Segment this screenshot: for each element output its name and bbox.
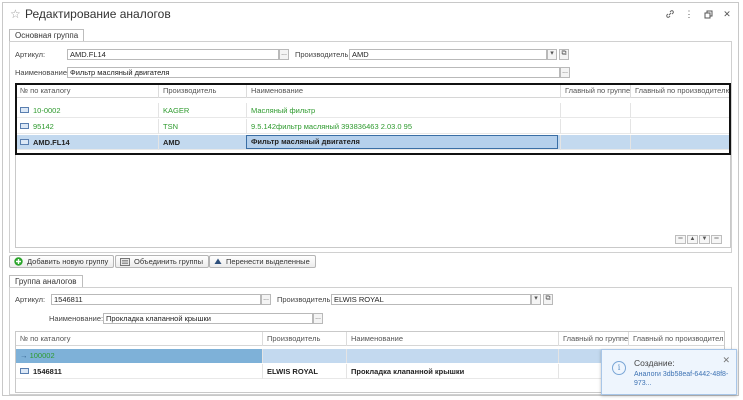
restore-icon[interactable]: [703, 9, 713, 19]
analog-manufacturer-open-icon[interactable]: ⧉: [543, 294, 553, 305]
analog-name-input[interactable]: Прокладка клапанной крышки: [103, 313, 313, 324]
title-bar: ☆ Редактирование аналогов ⋮ ✕: [3, 3, 738, 27]
main-manufacturer-open-icon[interactable]: ⧉: [559, 49, 569, 60]
title-actions: ⋮ ✕: [665, 9, 732, 19]
link-icon[interactable]: [665, 9, 675, 19]
merge-icon: [120, 257, 130, 266]
row-manufacturer: ELWIS ROYAL: [262, 364, 346, 379]
row-item-icon: [20, 368, 29, 375]
analog-article-label: Артикул:: [15, 295, 46, 304]
more-icon[interactable]: ⋮: [684, 9, 694, 19]
pager-last-icon[interactable]: ═: [711, 235, 722, 244]
notification-link[interactable]: Аналоги 3db58eaf-6442-48f8-973...: [634, 370, 732, 388]
plus-circle-icon: [14, 257, 23, 266]
add-group-label: Добавить новую группу: [27, 257, 109, 266]
move-selected-button[interactable]: Перенести выделенные: [209, 255, 316, 268]
main-manufacturer-label: Производитель:: [295, 50, 351, 59]
expand-arrow-icon[interactable]: →: [20, 351, 28, 360]
row-name: [346, 349, 558, 363]
highlight-frame: [15, 83, 731, 155]
row-catalog: 100002: [29, 351, 55, 360]
main-article-select-button[interactable]: ...: [279, 49, 289, 60]
notification-close-icon[interactable]: ✕: [722, 356, 730, 365]
pager-first-icon[interactable]: ═: [675, 235, 686, 244]
analog-manufacturer-label: Производитель:: [277, 295, 333, 304]
analog-name-label: Наименование:: [49, 314, 104, 323]
edit-analogs-window: ☆ Редактирование аналогов ⋮ ✕ Основная г…: [2, 2, 739, 396]
merge-groups-button[interactable]: Объединить группы: [115, 255, 209, 268]
col-name[interactable]: Наименование: [346, 332, 558, 346]
main-article-label: Артикул:: [15, 50, 46, 59]
info-icon: i: [612, 361, 626, 375]
merge-groups-label: Объединить группы: [134, 257, 203, 266]
analog-article-select-button[interactable]: ...: [261, 294, 271, 305]
window-title: Редактирование аналогов: [25, 7, 171, 21]
col-catalog-number[interactable]: № по каталогу: [16, 332, 262, 346]
analog-manufacturer-dropdown-button[interactable]: ▾: [531, 294, 541, 305]
analog-table-header: № по каталогу Производитель Наименование…: [16, 332, 724, 346]
col-main-in-group[interactable]: Главный по группе: [558, 332, 628, 346]
col-manufacturer[interactable]: Производитель: [262, 332, 346, 346]
row-name: Прокладка клапанной крышки: [346, 364, 558, 379]
main-table-pager: ═ ▲ ▼ ═: [675, 235, 722, 244]
pager-up-icon[interactable]: ▲: [687, 235, 698, 244]
notification-title: Создание:: [634, 358, 675, 368]
main-name-select-button[interactable]: ...: [560, 67, 570, 78]
creation-notification[interactable]: i Создание: Аналоги 3db58eaf-6442-48f8-9…: [601, 349, 737, 395]
main-manufacturer-input[interactable]: AMD: [349, 49, 547, 60]
analog-article-input[interactable]: 1546811: [51, 294, 261, 305]
move-selected-label: Перенести выделенные: [226, 257, 310, 266]
favorite-star-icon[interactable]: ☆: [10, 8, 21, 20]
main-article-input[interactable]: AMD.FL14: [67, 49, 279, 60]
analog-manufacturer-input[interactable]: ELWIS ROYAL: [331, 294, 531, 305]
col-main-by-manufacturer[interactable]: Главный по производителю: [628, 332, 724, 346]
analog-name-select-button[interactable]: ...: [313, 313, 323, 324]
row-manufacturer: [262, 349, 346, 363]
pager-down-icon[interactable]: ▼: [699, 235, 710, 244]
close-icon[interactable]: ✕: [722, 9, 732, 19]
main-name-label: Наименование:: [15, 68, 70, 77]
arrow-up-icon: [214, 258, 222, 265]
row-catalog: 1546811: [33, 367, 62, 376]
add-group-button[interactable]: Добавить новую группу: [9, 255, 115, 268]
main-manufacturer-dropdown-button[interactable]: ▾: [547, 49, 557, 60]
main-name-input[interactable]: Фильтр масляный двигателя: [67, 67, 560, 78]
